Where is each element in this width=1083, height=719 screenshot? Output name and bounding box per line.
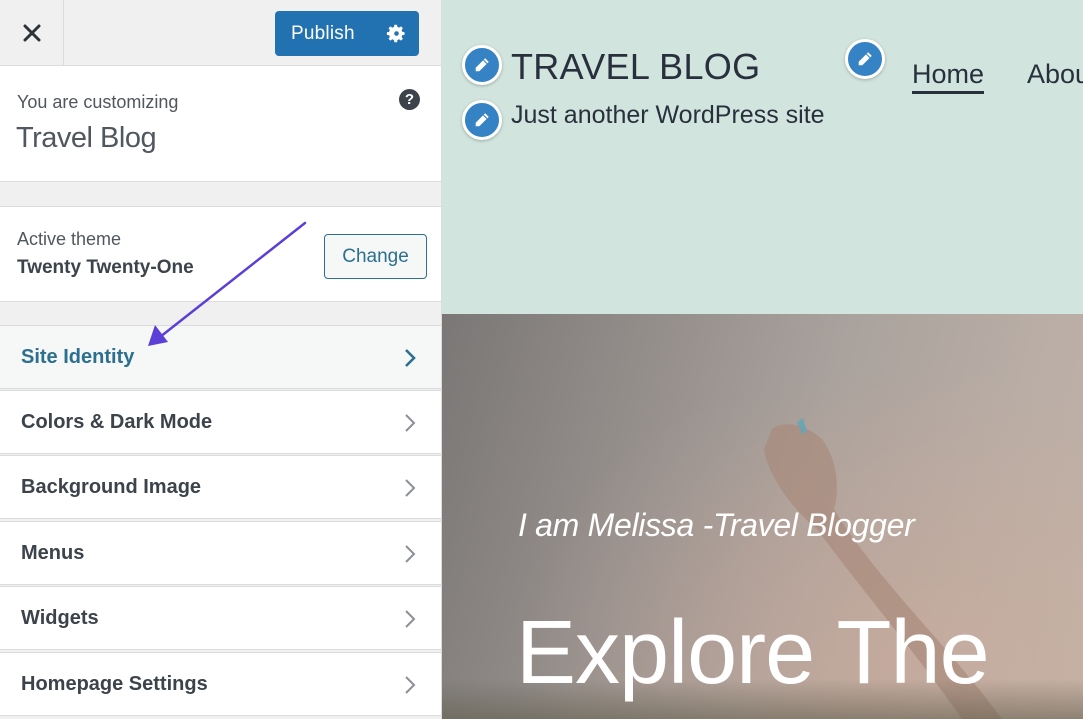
hero-cover: I am Melissa -Travel Blogger Explore The: [442, 314, 1083, 719]
pencil-icon: [858, 52, 872, 66]
site-preview: TRAVEL BLOG Just another WordPress site …: [442, 0, 1083, 719]
site-name: Travel Blog: [16, 122, 157, 154]
pencil-icon: [475, 113, 489, 127]
chevron-right-icon: [405, 676, 416, 694]
hero-subtitle: I am Melissa -Travel Blogger: [518, 507, 915, 543]
section-colors-dark-mode[interactable]: Colors & Dark Mode: [0, 390, 441, 454]
customizing-info: You are customizing Travel Blog ?: [0, 66, 441, 182]
section-background-image[interactable]: Background Image: [0, 455, 441, 519]
section-label: Homepage Settings: [21, 673, 208, 695]
chevron-right-icon: [405, 545, 416, 563]
hero-title: Explore The: [516, 603, 990, 703]
chevron-right-icon: [405, 414, 416, 432]
section-menus[interactable]: Menus: [0, 521, 441, 585]
customizer-sidebar: Publish You are customizing Travel Blog …: [0, 0, 442, 719]
section-label: Menus: [21, 542, 85, 564]
nav-item-about[interactable]: Abou: [1027, 59, 1083, 90]
section-label: Site Identity: [21, 346, 135, 368]
chevron-right-icon: [405, 479, 416, 497]
site-tagline: Just another WordPress site: [511, 101, 825, 129]
close-customizer-button[interactable]: [0, 0, 64, 66]
publish-label: Publish: [291, 22, 355, 44]
site-title[interactable]: TRAVEL BLOG: [511, 46, 760, 88]
active-theme-name: Twenty Twenty-One: [17, 257, 194, 278]
customizing-label: You are customizing: [17, 92, 179, 112]
customizer-header: Publish: [0, 0, 441, 66]
close-icon: [23, 24, 40, 42]
change-theme-button[interactable]: Change: [324, 234, 427, 279]
chevron-right-icon: [405, 349, 416, 367]
chevron-right-icon: [405, 610, 416, 628]
section-homepage-settings[interactable]: Homepage Settings: [0, 652, 441, 716]
gear-icon[interactable]: [386, 23, 407, 44]
section-label: Colors & Dark Mode: [21, 411, 213, 433]
site-header: TRAVEL BLOG Just another WordPress site …: [442, 0, 1083, 314]
section-widgets[interactable]: Widgets: [0, 586, 441, 650]
edit-site-title-button[interactable]: [462, 45, 502, 85]
publish-button[interactable]: Publish: [275, 11, 419, 56]
edit-tagline-button[interactable]: [462, 100, 502, 140]
section-label: Background Image: [21, 476, 202, 498]
edit-menu-button[interactable]: [845, 39, 885, 79]
active-theme-label: Active theme: [17, 229, 122, 249]
active-theme-panel: Active theme Twenty Twenty-One Change: [0, 206, 441, 302]
pencil-icon: [475, 58, 489, 72]
help-icon[interactable]: ?: [399, 89, 420, 110]
section-label: Widgets: [21, 607, 99, 629]
nav-item-home[interactable]: Home: [912, 59, 985, 94]
section-site-identity[interactable]: Site Identity: [0, 325, 441, 389]
